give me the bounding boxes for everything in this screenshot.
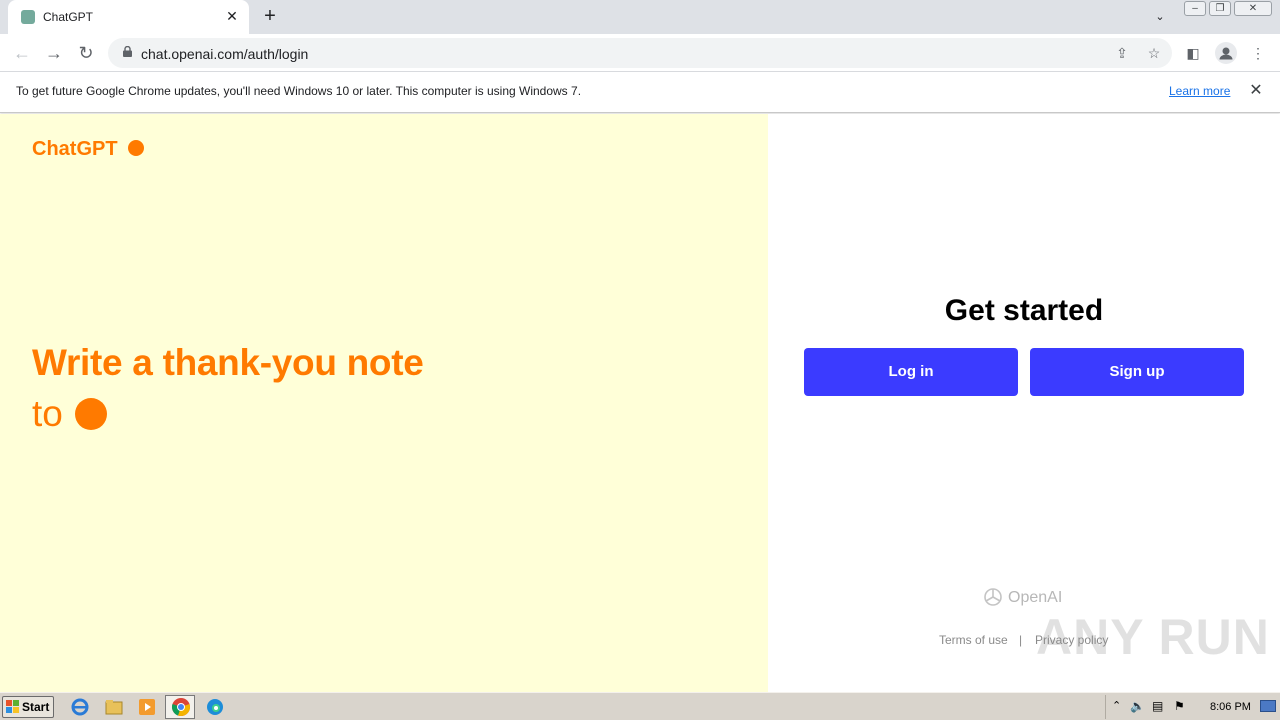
windows-flag-icon [6,700,19,713]
tab-chatgpt[interactable]: ChatGPT ✕ [8,0,249,34]
tab-strip: ChatGPT ✕ + ⌄ – ❐ ✕ [0,0,1280,34]
star-icon[interactable]: ☆ [1145,44,1163,62]
browser-toolbar: ← → ↻ chat.openai.com/auth/login ⇪ ☆ ◧ ⋮ [0,34,1280,72]
profile-avatar-icon[interactable] [1215,42,1237,64]
back-arrow-icon[interactable]: ← [11,42,33,64]
openai-logo-icon [984,588,1002,606]
url-text[interactable]: chat.openai.com/auth/login [141,46,308,62]
restore-button[interactable]: ❐ [1209,1,1231,16]
address-bar[interactable]: chat.openai.com/auth/login ⇪ ☆ [108,38,1172,68]
terms-link[interactable]: Terms of use [939,633,1008,647]
tray-expand-icon[interactable]: ⌃ [1112,699,1121,712]
new-tab-button[interactable]: + [260,5,280,27]
volume-icon[interactable]: 🔈 [1130,699,1145,713]
footer-separator: | [1019,633,1023,647]
share-icon[interactable]: ⇪ [1113,44,1131,62]
reload-icon[interactable]: ↻ [75,42,97,64]
chrome-taskbar-button[interactable] [165,695,195,719]
auth-pane: Get started Log in Sign up OpenAI ANY RU… [768,114,1280,692]
hero-pane: ChatGPT Write a thank-you note to [0,114,768,692]
chatgpt-favicon-icon [21,10,35,24]
lock-icon [123,46,132,57]
clock[interactable]: 8:06 PM [1210,701,1251,713]
edge-icon[interactable] [205,697,225,717]
infobar-message: To get future Google Chrome updates, you… [16,84,582,98]
privacy-link[interactable]: Privacy policy [1035,633,1108,647]
chevron-down-icon[interactable]: ⌄ [1151,8,1169,26]
media-player-icon[interactable] [137,697,157,717]
learn-more-link[interactable]: Learn more [1169,84,1230,98]
start-button[interactable]: Start [2,696,54,718]
brand-dot-icon [128,140,144,156]
windows-taskbar: Start ⌃ 🔈 ▤ ⚑ 8:06 PM [0,692,1280,720]
headline-line-2: to [32,393,63,434]
ie-icon[interactable] [70,697,90,717]
login-button[interactable]: Log in [804,348,1018,396]
chrome-icon [171,698,191,717]
update-infobar: To get future Google Chrome updates, you… [0,72,1280,113]
explorer-icon[interactable] [104,697,124,717]
network-icon[interactable]: ▤ [1152,699,1163,713]
show-desktop-icon[interactable] [1260,700,1276,712]
page-title: Get started [944,294,1104,327]
openai-wordmark: OpenAI [1008,589,1063,606]
headline-line-1: Write a thank-you note [32,342,424,383]
forward-arrow-icon[interactable]: → [43,42,65,64]
brand-logo-text: ChatGPT [32,138,118,160]
side-panel-icon[interactable]: ◧ [1184,44,1202,62]
tab-title: ChatGPT [43,10,94,24]
typing-dot-icon [75,398,107,430]
minimize-button[interactable]: – [1184,1,1206,16]
menu-kebab-icon[interactable]: ⋮ [1249,44,1267,62]
infobar-close-icon[interactable]: ✕ [1247,82,1265,100]
action-center-flag-icon[interactable]: ⚑ [1174,699,1185,713]
signup-button[interactable]: Sign up [1030,348,1244,396]
tab-close-icon[interactable]: ✕ [223,7,241,25]
start-label: Start [22,700,50,714]
close-window-button[interactable]: ✕ [1234,1,1272,16]
system-tray: ⌃ 🔈 ▤ ⚑ 8:06 PM [1105,695,1280,719]
